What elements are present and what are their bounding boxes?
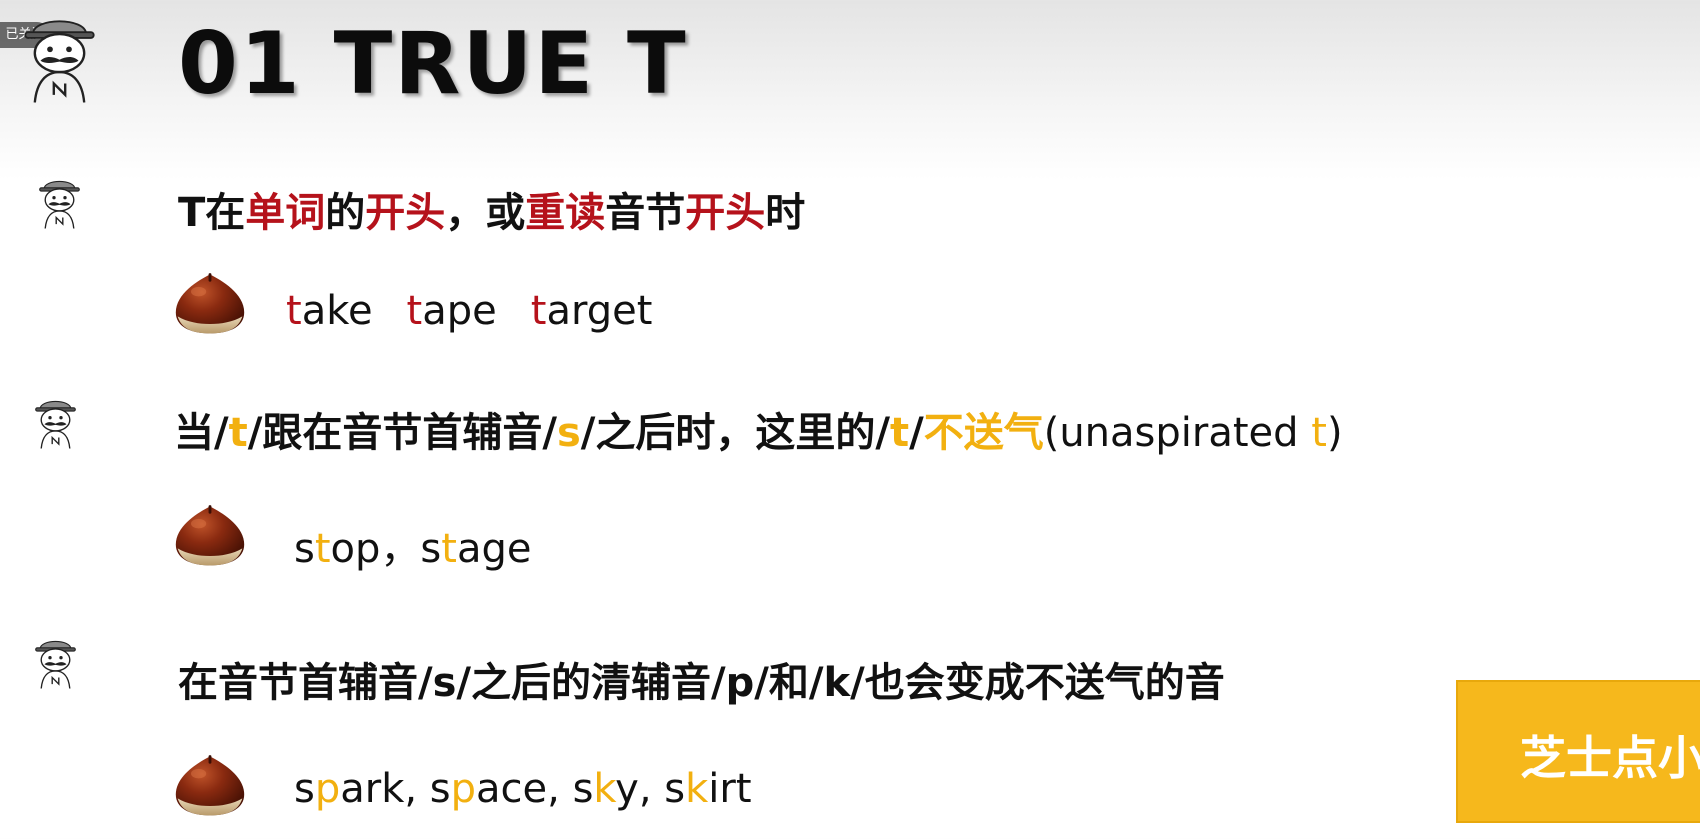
example-2-words: stop，stage xyxy=(294,526,532,572)
chestnut-icon-example-3 xyxy=(172,752,248,820)
mascot-icon-rule-2 xyxy=(28,386,83,456)
rule-2-text: 当/t/跟在音节首辅音/s/之后时，这里的/t/不送气(unaspirated … xyxy=(174,410,1343,456)
channel-watermark: 芝士点小 xyxy=(1456,680,1700,823)
chestnut-icon-example-1 xyxy=(172,270,248,338)
rule-3-text: 在音节首辅音/s/之后的清辅音/p/和/k/也会变成不送气的音 xyxy=(178,660,1225,706)
rule-1-text: T在单词的开头，或重读音节开头时 xyxy=(178,190,806,236)
example-word: take xyxy=(286,288,373,334)
page-title: 01 TRUE T xyxy=(178,14,688,114)
example-3-words: spark, space, sky, skirt xyxy=(294,766,752,812)
example-1-words: take tape target xyxy=(286,288,652,334)
watermark-text: 芝士点小 xyxy=(1520,731,1700,785)
mascot-icon-rule-3 xyxy=(28,626,83,696)
mascot-icon-large xyxy=(12,0,107,110)
chestnut-icon-example-2 xyxy=(172,502,248,570)
example-word: tape xyxy=(406,288,497,334)
example-word: target xyxy=(530,288,653,334)
mascot-icon-rule-1 xyxy=(32,166,87,236)
